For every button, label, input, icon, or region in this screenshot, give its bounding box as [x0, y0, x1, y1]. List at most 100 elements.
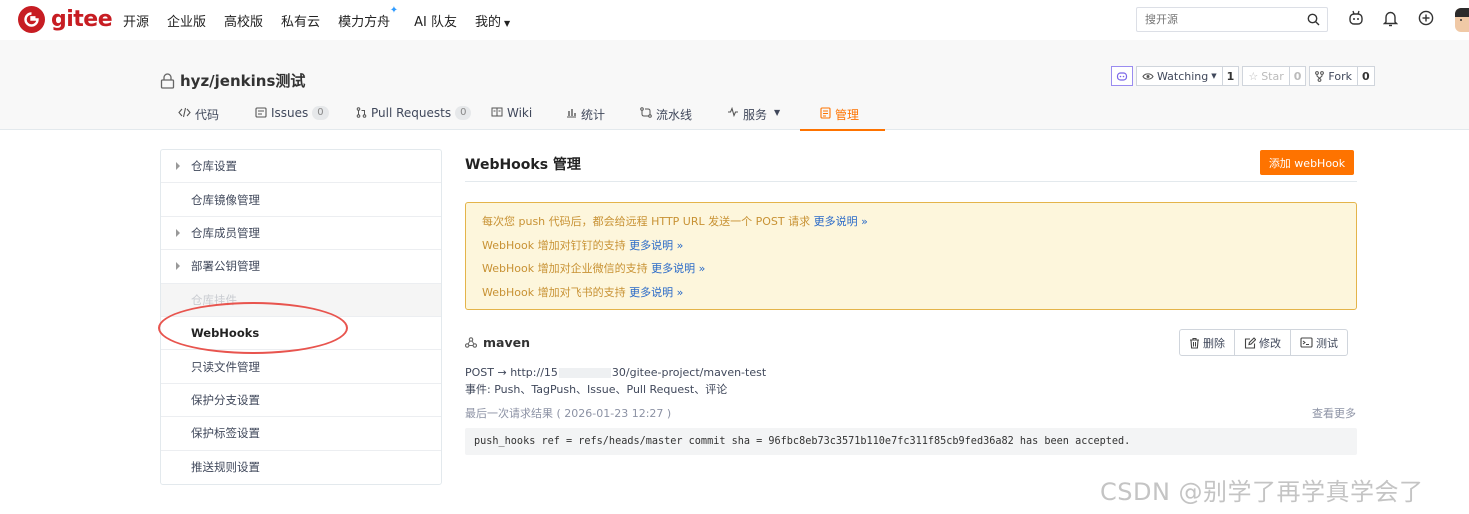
gitee-logo[interactable]: gitee: [18, 6, 113, 33]
title-divider: [465, 181, 1357, 182]
sidebar-item-protected-branches[interactable]: 保护分支设置: [161, 384, 441, 418]
nav-link-mine[interactable]: 我的 ▼: [475, 11, 510, 30]
test-label: 测试: [1316, 336, 1338, 350]
sidebar-item-members[interactable]: 仓库成员管理: [161, 217, 441, 251]
search-input[interactable]: [1137, 8, 1297, 31]
nav-link-ai-teammate[interactable]: AI 队友: [414, 11, 457, 30]
page-title: WebHooks 管理: [465, 157, 581, 173]
webhook-item-title: maven: [465, 335, 530, 350]
tab-issues[interactable]: Issues 0: [255, 96, 356, 130]
nav-link-moark-label: 模力方舟: [338, 14, 391, 30]
terminal-icon: [1300, 337, 1313, 348]
tab-code[interactable]: 代码: [178, 96, 255, 130]
last-request-result: 最后一次请求结果 ( 2026-01-23 12:27 ): [465, 407, 672, 420]
nav-link-education[interactable]: 高校版: [224, 11, 263, 30]
test-webhook-button[interactable]: 测试: [1291, 330, 1347, 355]
notification-bell-icon[interactable]: [1382, 10, 1399, 30]
more-info-link[interactable]: 更多说明 »: [629, 239, 683, 252]
sidebar-item-deploy-keys[interactable]: 部署公钥管理: [161, 250, 441, 284]
sidebar-item-label: 推送规则设置: [191, 460, 260, 475]
tab-pull-requests[interactable]: Pull Requests 0: [356, 96, 491, 130]
project-title: hyz/jenkins测试: [160, 70, 305, 91]
watch-button[interactable]: Watching ▼ 1: [1136, 66, 1240, 86]
tab-pipeline[interactable]: 流水线: [640, 96, 727, 130]
lock-icon: [160, 72, 175, 89]
tab-issues-label: Issues: [271, 106, 309, 120]
tab-wiki[interactable]: Wiki: [491, 96, 566, 130]
sidebar-item-label: 保护分支设置: [191, 392, 260, 407]
notice-line: WebHook 增加对钉钉的支持 更多说明 »: [482, 237, 1356, 261]
webhook-name: maven: [483, 335, 530, 350]
delete-webhook-button[interactable]: 删除: [1180, 330, 1235, 355]
pulse-icon: [728, 107, 738, 117]
top-navbar: gitee 开源 企业版 高校版 私有云 模力方舟 ✦ AI 队友 我的 ▼: [0, 0, 1469, 40]
nav-link-enterprise[interactable]: 企业版: [167, 11, 206, 30]
notice-text: WebHook 增加对钉钉的支持: [482, 238, 626, 252]
nav-link-private-cloud[interactable]: 私有云: [281, 11, 320, 30]
pull-request-icon: [356, 107, 367, 118]
edit-webhook-button[interactable]: 修改: [1235, 330, 1291, 355]
tab-manage-label: 管理: [835, 108, 860, 122]
notice-text: 每次您 push 代码后，都会给远程 HTTP URL 发送一个 POST 请求: [482, 215, 811, 228]
see-more-link[interactable]: 查看更多: [1312, 405, 1356, 421]
sidebar-item-push-rules[interactable]: 推送规则设置: [161, 451, 441, 484]
add-plus-icon[interactable]: [1418, 10, 1434, 29]
redacted-ip-mask: [558, 368, 611, 378]
webhook-action-group: 删除 修改 测试: [1179, 329, 1348, 356]
notice-line: WebHook 增加对飞书的支持 更多说明 »: [482, 284, 1356, 308]
more-info-link[interactable]: 更多说明 »: [651, 262, 705, 275]
ai-assistant-icon[interactable]: [1348, 10, 1364, 30]
tab-manage[interactable]: 管理: [800, 96, 886, 131]
caret-right-icon: [176, 228, 180, 237]
eye-icon: [1142, 72, 1154, 80]
sparkle-icon: ✦: [389, 4, 399, 16]
sidebar-item-repo-settings[interactable]: 仓库设置: [161, 150, 441, 184]
tab-services-label: 服务: [743, 108, 768, 122]
fork-icon: [1315, 70, 1325, 82]
more-info-link[interactable]: 更多说明 »: [814, 215, 868, 228]
search-icon[interactable]: [1307, 13, 1320, 29]
user-avatar[interactable]: [1455, 8, 1469, 32]
notice-line: 每次您 push 代码后，都会给远程 HTTP URL 发送一个 POST 请求…: [482, 213, 1356, 237]
sidebar-item-protected-tags[interactable]: 保护标签设置: [161, 417, 441, 451]
webhook-icon: [465, 337, 477, 348]
fork-label: Fork: [1328, 69, 1352, 83]
nav-link-opensource[interactable]: 开源: [123, 11, 149, 30]
sidebar-item-webhooks[interactable]: WebHooks: [161, 317, 441, 351]
edit-icon: [1244, 336, 1256, 349]
sidebar-item-label: 保护标签设置: [191, 426, 260, 441]
sidebar-item-widgets[interactable]: 仓库挂件: [161, 283, 441, 317]
watch-count[interactable]: 1: [1221, 67, 1239, 85]
project-title-text[interactable]: hyz/jenkins测试: [180, 70, 305, 91]
webhook-events: 事件: Push、TagPush、Issue、Pull Request、评论: [465, 383, 728, 396]
star-label-wrap: ☆ Star: [1243, 67, 1288, 85]
fork-count[interactable]: 0: [1356, 67, 1374, 85]
caret-right-icon: [176, 262, 180, 271]
issues-icon: [255, 107, 267, 118]
star-label: Star: [1261, 69, 1284, 83]
caret-down-icon: ▼: [503, 18, 511, 28]
webhook-url: POST → http://15 30/gitee-project/maven-t…: [465, 366, 766, 379]
manage-icon: [820, 107, 831, 119]
webhook-url-prefix: POST → http://15: [465, 366, 558, 379]
add-webhook-button[interactable]: 添加 webHook: [1260, 150, 1354, 175]
issues-count-badge: 0: [312, 106, 329, 120]
caret-down-icon: ▼: [774, 108, 781, 117]
sidebar-item-mirror[interactable]: 仓库镜像管理: [161, 183, 441, 217]
sidebar-item-label: 仓库挂件: [191, 292, 237, 307]
ai-assist-button[interactable]: [1111, 66, 1133, 86]
tab-stats[interactable]: 统计: [566, 96, 640, 130]
gitee-wordmark: gitee: [51, 7, 113, 32]
fork-button[interactable]: Fork 0: [1309, 66, 1375, 86]
pull-requests-count-badge: 0: [455, 106, 472, 120]
nav-link-moark[interactable]: 模力方舟 ✦: [338, 5, 398, 30]
more-info-link[interactable]: 更多说明 »: [629, 286, 683, 299]
caret-right-icon: [176, 162, 180, 170]
robot-icon: [1116, 72, 1128, 81]
sidebar-item-readonly-files[interactable]: 只读文件管理: [161, 350, 441, 384]
tab-services[interactable]: 服务 ▼: [727, 96, 800, 130]
tab-pipeline-label: 流水线: [656, 108, 693, 122]
star-count[interactable]: 0: [1288, 67, 1306, 85]
sidebar-item-label: 只读文件管理: [191, 359, 260, 374]
star-button[interactable]: ☆ Star 0: [1242, 66, 1307, 86]
